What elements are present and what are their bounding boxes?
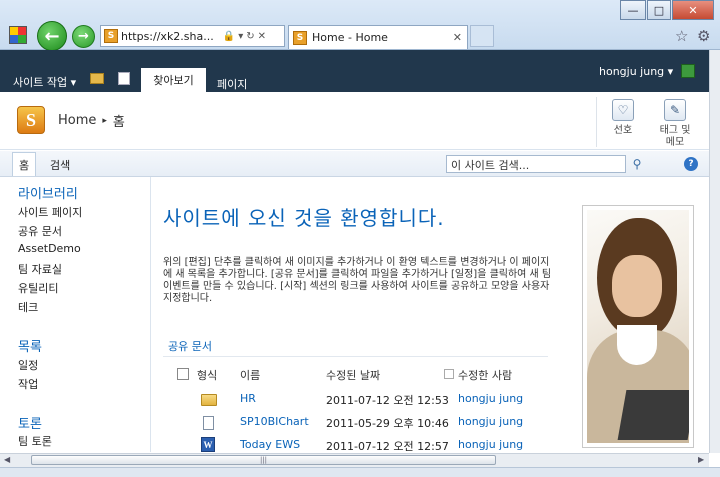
user-name: hongju jung <box>599 65 665 78</box>
scroll-left-icon[interactable]: ◀ <box>4 455 10 464</box>
search-icon[interactable]: ⚲ <box>628 155 646 173</box>
close-tab-icon[interactable]: ✕ <box>453 31 462 44</box>
like-button[interactable]: ♡ 선호 <box>606 99 640 137</box>
column-filter-checkbox[interactable] <box>444 369 454 379</box>
nav-item[interactable]: 유틸리티 <box>18 280 58 296</box>
page-title: 홈 <box>112 115 125 130</box>
modified-date: 2011-05-29 오후 10:46 <box>326 417 449 430</box>
tags-notes-label-2: 메모 <box>665 137 685 148</box>
shared-documents-title[interactable]: 공유 문서 <box>168 338 212 354</box>
welcome-heading: 사이트에 오신 것을 환영합니다. <box>163 206 445 230</box>
tab-browse[interactable]: 찾아보기 <box>141 68 206 92</box>
back-button[interactable]: ← <box>37 21 67 51</box>
face-shape <box>612 255 662 317</box>
close-window-button[interactable]: ✕ <box>672 0 714 20</box>
scrollbar-thumb[interactable]: ||| <box>31 455 496 465</box>
stop-icon[interactable]: ✕ <box>258 31 266 42</box>
address-text: https://xk2.sha... <box>121 29 214 43</box>
nav-heading-libraries[interactable]: 라이브러리 <box>18 183 78 202</box>
new-tab-button[interactable] <box>470 25 494 47</box>
shirt-shape <box>617 325 657 365</box>
tab-title: Home - Home <box>312 31 388 44</box>
gear-icon[interactable]: ⚙ <box>697 27 710 45</box>
breadcrumb-home[interactable]: Home <box>58 113 96 128</box>
nav-item[interactable]: 테크 <box>18 299 38 315</box>
column-modified[interactable]: 수정된 날짜 <box>326 367 380 383</box>
vertical-scrollbar[interactable] <box>709 50 720 453</box>
nav-item[interactable]: 작업 <box>18 376 38 392</box>
modified-date: 2011-07-12 오전 12:53 <box>326 394 449 407</box>
modified-by-link[interactable]: hongju jung <box>458 392 523 405</box>
breadcrumb: Home ▸ 홈 <box>58 111 125 130</box>
woman-photo <box>587 210 689 443</box>
nav-heading-lists[interactable]: 목록 <box>18 336 42 355</box>
tab-page[interactable]: 페이지 <box>217 76 247 92</box>
forward-button[interactable]: → <box>72 25 95 48</box>
sync-icon[interactable] <box>681 64 695 78</box>
thumbs-up-icon: ♡ <box>612 99 634 121</box>
chevron-down-icon: ▾ <box>667 65 674 78</box>
file-icon <box>203 416 214 430</box>
scroll-right-icon[interactable]: ▶ <box>698 455 704 464</box>
address-bar[interactable]: S https://xk2.sha... 🔒 ▾ ↻ ✕ <box>100 25 285 47</box>
modified-date: 2011-07-12 오전 12:57 <box>326 440 449 453</box>
site-actions-label: 사이트 작업 <box>13 76 68 89</box>
site-search-input[interactable]: 이 사이트 검색... <box>446 155 626 173</box>
favorites-star-icon[interactable]: ☆ <box>675 27 688 45</box>
column-modified-by[interactable]: 수정한 사람 <box>458 367 512 383</box>
site-actions-menu[interactable]: 사이트 작업 ▾ <box>13 74 76 90</box>
tags-notes-button[interactable]: ✎ 태그 및 메모 <box>655 99 695 149</box>
lock-icon[interactable]: 🔒 <box>223 31 235 42</box>
sharepoint-logo-icon: S <box>17 106 45 134</box>
section-divider <box>163 356 548 357</box>
refresh-icon[interactable]: ↻ <box>246 31 254 42</box>
site-favicon-icon: S <box>104 29 118 43</box>
nav-item[interactable]: 일정 <box>18 357 38 373</box>
document-name-link[interactable]: Today EWS <box>240 438 300 451</box>
dropdown-icon[interactable]: ▾ <box>238 31 243 42</box>
like-label: 선호 <box>613 125 633 136</box>
maximize-button[interactable]: □ <box>647 0 671 20</box>
edit-page-icon[interactable] <box>118 72 130 85</box>
tab-favicon-icon: S <box>293 30 307 45</box>
modified-by-link[interactable]: hongju jung <box>458 438 523 451</box>
minimize-button[interactable]: — <box>620 0 646 20</box>
breadcrumb-separator-icon: ▸ <box>102 115 107 126</box>
tool-divider <box>596 97 597 147</box>
document-name-link[interactable]: HR <box>240 392 256 405</box>
select-all-checkbox[interactable] <box>177 368 189 380</box>
nav-item[interactable]: 사이트 페이지 <box>18 204 82 220</box>
user-menu[interactable]: hongju jung ▾ <box>599 65 673 78</box>
nav-item[interactable]: 팀 자료실 <box>18 261 62 277</box>
help-icon[interactable]: ? <box>684 157 698 171</box>
nav-item[interactable]: AssetDemo <box>18 242 81 255</box>
column-name[interactable]: 이름 <box>240 367 260 383</box>
tag-icon: ✎ <box>664 99 686 121</box>
welcome-text: 위의 [편집] 단추를 클릭하여 새 이미지를 추가하거나 이 환영 텍스트를 … <box>163 257 552 304</box>
word-doc-icon: W <box>201 437 215 452</box>
topnav-home[interactable]: 홈 <box>12 152 36 176</box>
laptop-shape <box>617 390 689 440</box>
modified-by-link[interactable]: hongju jung <box>458 415 523 428</box>
status-bar <box>0 467 720 477</box>
document-name-link[interactable]: SP10BIChart <box>240 415 309 428</box>
browser-tab[interactable]: S Home - Home ✕ <box>288 25 468 49</box>
column-type[interactable]: 형식 <box>197 367 217 383</box>
nav-heading-discussions[interactable]: 토론 <box>18 413 42 432</box>
site-image <box>582 205 694 448</box>
navigate-up-icon[interactable] <box>90 73 104 84</box>
nav-item[interactable]: 공유 문서 <box>18 223 62 239</box>
nav-item[interactable]: 팀 토론 <box>18 433 52 449</box>
tags-notes-label: 태그 및 <box>659 125 691 136</box>
chevron-down-icon: ▾ <box>70 76 77 89</box>
topnav-search[interactable]: 검색 <box>50 157 70 173</box>
folder-icon <box>201 394 217 406</box>
app-logo-icon <box>9 26 27 44</box>
